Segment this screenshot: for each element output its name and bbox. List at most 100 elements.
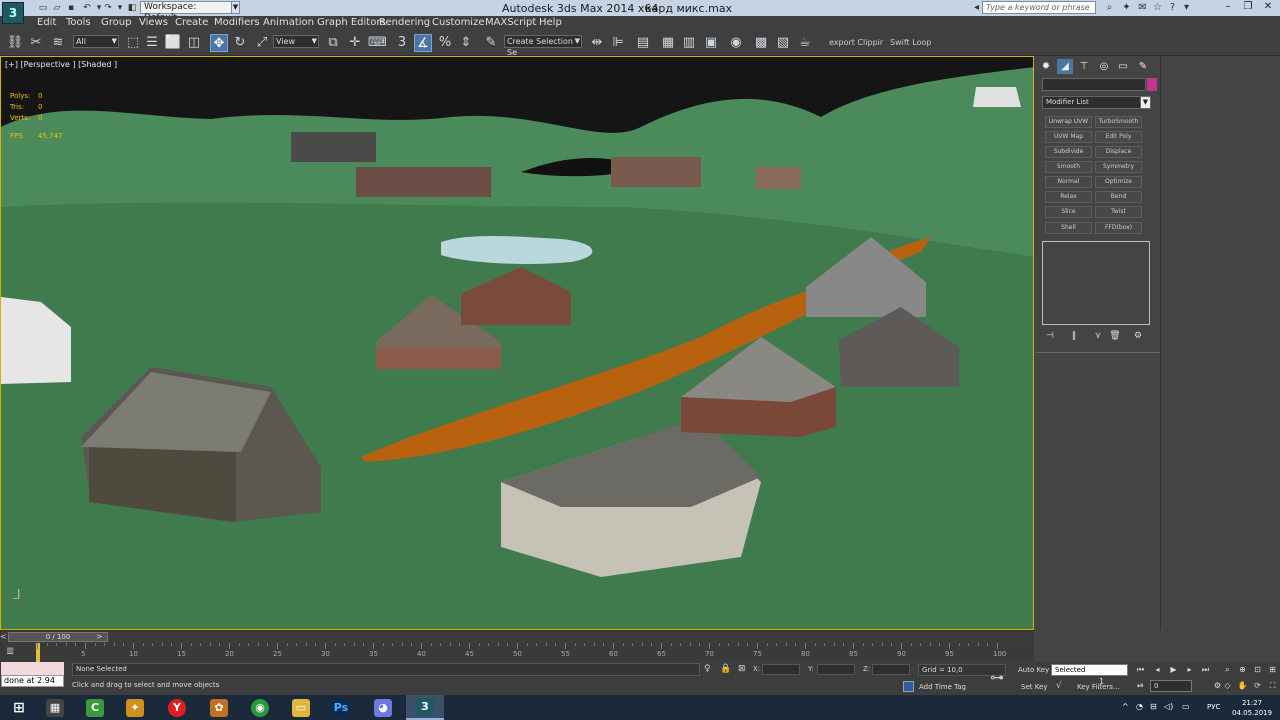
orbit-icon[interactable]: ⟳ [1252,681,1263,691]
modifier-button[interactable]: Relax [1045,191,1092,203]
next-frame-icon[interactable]: ▸ [1184,665,1195,675]
subscription-icon[interactable]: ✦ [1120,2,1133,14]
rendered-frame-window-icon[interactable]: ▧ [774,34,792,52]
perspective-viewport[interactable]: [+] [Perspective ] [Shaded ] Polys: 0 Tri… [0,56,1034,630]
maximize-viewport-icon[interactable]: ⛶ [1267,681,1278,691]
modifier-list-select[interactable]: Modifier List [1042,96,1151,109]
snap-toggle-icon[interactable]: 3 [393,34,411,52]
maxscript-listener-mini[interactable] [1,662,64,675]
configure-modifier-sets-icon[interactable]: ⚙ [1131,331,1145,342]
slider-right-arrow-icon[interactable]: > [96,632,103,641]
menu-customize[interactable]: Customize [432,17,485,29]
y-coordinate-input[interactable] [817,664,855,675]
menu-edit[interactable]: Edit [37,17,56,29]
viewport-label[interactable]: [+] [Perspective ] [Shaded ] [5,60,117,69]
menu-views[interactable]: Views [139,17,168,29]
add-time-tag-button[interactable]: Add Time Tag [919,683,966,691]
task-chrome[interactable]: ◉ [241,695,279,720]
selection-lock-icon[interactable]: 🔒 [720,664,731,674]
modifier-button[interactable]: Slice [1045,206,1092,218]
set-key-toggle-icon[interactable]: √ [1056,681,1062,691]
motion-tab-icon[interactable]: ◎ [1096,59,1112,74]
go-to-start-icon[interactable]: ⏮ [1135,665,1146,675]
menu-help[interactable]: Help [539,17,562,29]
curve-editor-icon[interactable]: ▥ [680,34,698,52]
utilities-tab-icon[interactable]: ✎ [1135,59,1151,74]
help-dropdown-icon[interactable]: ▾ [1180,2,1193,14]
graphite-ribbon-icon[interactable]: ▦ [659,34,677,52]
pan-view-icon[interactable]: ✋ [1237,681,1248,691]
task-explorer[interactable]: ▭ [282,695,320,720]
field-of-view-icon[interactable]: ◇ [1222,681,1233,691]
time-slider-thumb[interactable]: 0 / 100 [8,632,108,642]
task-calendar[interactable]: ▦ [36,695,74,720]
minimize-icon[interactable]: – [1220,0,1236,14]
object-name-input[interactable] [1042,78,1146,91]
task-tools[interactable]: ✦ [116,695,154,720]
modifier-button[interactable]: Subdivide [1045,146,1092,158]
pivot-center-icon[interactable]: ⧉ [324,34,342,52]
remove-modifier-icon[interactable]: 🗑 [1108,331,1122,342]
named-selection-select[interactable]: Create Selection Se ▼ [504,35,582,57]
tray-app-icon[interactable]: ◔ [1136,702,1143,711]
spinner-snap-icon[interactable]: ⇕ [457,34,475,52]
select-by-name-icon[interactable]: ☰ [143,34,161,52]
modifier-button[interactable]: FFD(box) [1095,222,1142,234]
keyboard-shortcut-override-icon[interactable]: ⌨ [368,34,387,52]
modifier-button[interactable]: Bend [1095,191,1142,203]
communication-center-icon[interactable]: ✉ [1136,2,1149,14]
battery-icon[interactable]: ▭ [1182,702,1190,711]
menu-rendering[interactable]: Rendering [379,17,430,29]
chevron-down-icon[interactable]: ▼ [231,1,240,14]
key-mode-icon[interactable]: ⏯ [1135,681,1146,691]
swift-loop-button[interactable]: Swift Loop [890,38,931,47]
absolute-mode-icon[interactable]: ⊠ [738,664,746,674]
set-keys-icon[interactable]: ⊶ [990,670,1004,686]
pin-stack-icon[interactable]: ⊣ [1043,331,1057,342]
menu-tools[interactable]: Tools [66,17,91,29]
render-setup-icon[interactable]: ▩ [752,34,770,52]
zoom-all-icon[interactable]: ⊕ [1237,665,1248,675]
schematic-view-icon[interactable]: ▣ [702,34,720,52]
edit-named-selection-icon[interactable]: ✎ [482,34,500,52]
maximize-icon[interactable]: ❐ [1240,0,1256,14]
redo-icon[interactable]: ↷ [102,2,114,14]
mirror-icon[interactable]: ⇹ [588,34,606,52]
rectangular-selection-icon[interactable]: ⬜ [164,34,182,52]
show-end-result-icon[interactable]: ‖ [1067,331,1081,342]
play-icon[interactable]: ▶ [1168,665,1179,675]
modifier-button[interactable]: Unwrap UVW [1045,116,1092,128]
task-photoshop[interactable]: Ps [322,695,360,720]
isolate-selection-icon[interactable]: ♀ [704,664,711,674]
z-coordinate-input[interactable] [872,664,910,675]
selection-key-filter-select[interactable]: Selected [1051,664,1128,676]
modify-tab-icon[interactable]: ◢ [1057,59,1073,74]
modifier-button[interactable]: UVW Map [1045,131,1092,143]
language-indicator[interactable]: РУС [1207,703,1220,711]
link-icon[interactable]: ⛓ [6,34,24,52]
open-file-icon[interactable]: ▱ [51,2,63,14]
modifier-button[interactable]: Normal [1045,176,1092,188]
x-coordinate-input[interactable] [762,664,800,675]
menu-graph-editors[interactable]: Graph Editors [317,17,386,29]
workspace-select[interactable]: Workspace: Default [140,1,232,23]
redo-dropdown-icon[interactable]: ▾ [114,2,126,14]
current-frame-input[interactable]: 0 [1150,680,1192,692]
percent-snap-icon[interactable]: % [436,34,454,52]
modifier-button[interactable]: Smooth [1045,161,1092,173]
zoom-icon[interactable]: ⌕ [1222,665,1233,675]
menu-animation[interactable]: Animation [263,17,314,29]
modifier-stack[interactable] [1042,241,1150,325]
start-button[interactable]: ⊞ [0,695,38,720]
menu-maxscript[interactable]: MAXScript [485,17,536,29]
move-tool-icon[interactable]: ✥ [210,34,228,52]
task-discord[interactable]: ◕ [364,695,402,720]
binoculars-icon[interactable]: ⌕ [1103,2,1116,14]
modifier-button[interactable]: Displace [1095,146,1142,158]
selection-filter-select[interactable]: All ▼ [73,35,119,48]
clock[interactable]: 21:27 04.05.2019 [1232,698,1272,718]
time-tag-icon[interactable] [903,681,914,692]
unlink-icon[interactable]: ✂ [27,34,45,52]
make-unique-icon[interactable]: ⋎ [1091,331,1105,342]
help-icon[interactable]: ? [1166,2,1179,14]
